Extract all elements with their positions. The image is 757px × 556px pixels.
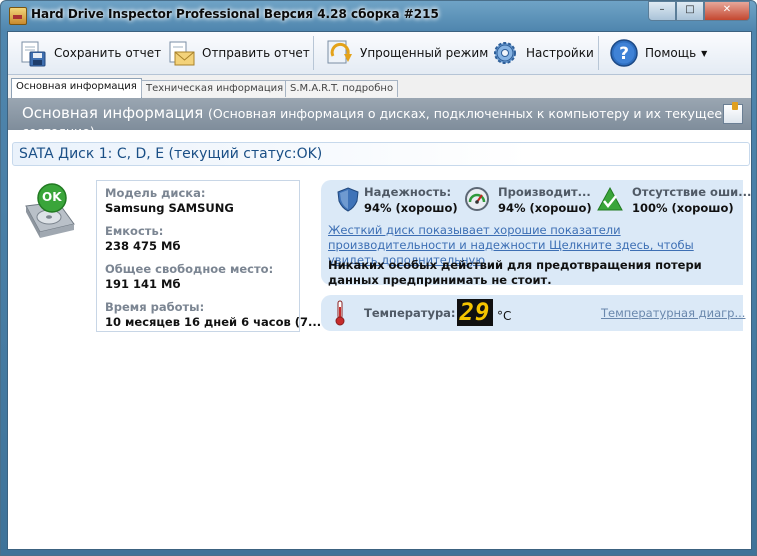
app-window: Hard Drive Inspector Professional Версия… [0, 0, 757, 556]
status-note: Никаких особых действий для предотвращен… [328, 258, 702, 287]
tab-strip: Основная информация Техническая информац… [8, 76, 751, 98]
status-panel: Надежность: 94% (хорошо) Производит... 9… [321, 180, 751, 287]
temperature-label: Температура: [364, 306, 456, 320]
free-space-value: 191 141 Мб [105, 277, 181, 291]
section-title-text: Основная информация [22, 104, 204, 122]
temperature-diagram-link[interactable]: Температурная диагр... [601, 306, 745, 320]
errors-label: Отсутствие оши... [632, 185, 752, 199]
maximize-button[interactable]: □ [676, 1, 704, 21]
status-badge: OK [42, 190, 62, 204]
section-header: Основная информация (Основная информация… [8, 98, 751, 139]
help-button[interactable]: ? Помощь ▼ [609, 36, 707, 70]
model-label: Модель диска: [105, 186, 206, 200]
simple-mode-label: Упрощенный режим [360, 46, 489, 60]
uptime-label: Время работы: [105, 300, 205, 314]
minimize-button[interactable]: – [648, 1, 676, 21]
gauge-icon [464, 186, 490, 212]
settings-button[interactable]: Настройки [490, 36, 594, 70]
send-report-button[interactable]: Отправить отчет [166, 36, 310, 70]
help-label: Помощь [645, 46, 697, 60]
uptime-value: 10 месяцев 16 дней 6 часов (7... [105, 315, 322, 329]
reliability-value: 94% (хорошо) [364, 201, 458, 215]
temperature-display: 29 [457, 299, 493, 326]
toolbar-separator [313, 36, 314, 70]
performance-value: 94% (хорошо) [498, 201, 592, 215]
model-value: Samsung SAMSUNG [105, 201, 234, 215]
capacity-value: 238 475 Мб [105, 239, 181, 253]
settings-label: Настройки [526, 46, 594, 60]
tab-main-info[interactable]: Основная информация [11, 78, 142, 98]
save-report-label: Сохранить отчет [54, 46, 162, 60]
main-content: SATA Диск 1: C, D, E (текущий статус:OK)… [8, 130, 751, 549]
errors-value: 100% (хорошо) [632, 201, 734, 215]
window-controls: – □ ✕ [648, 1, 750, 21]
envelope-send-icon [166, 38, 196, 68]
title-bar[interactable]: Hard Drive Inspector Professional Версия… [1, 1, 756, 29]
client-area: Сохранить отчет Отправить отчет Упрощенн… [7, 31, 752, 550]
chevron-down-icon: ▼ [701, 48, 708, 58]
toolbar-separator [598, 36, 599, 70]
question-icon: ? [609, 38, 639, 68]
refresh-arrow-icon [324, 38, 354, 68]
floppy-save-icon [18, 38, 48, 68]
window-title: Hard Drive Inspector Professional Версия… [31, 7, 439, 21]
hard-drive-icon: OK [22, 182, 78, 244]
close-button[interactable]: ✕ [704, 1, 750, 21]
check-triangle-icon [597, 186, 623, 212]
reliability-label: Надежность: [364, 185, 452, 199]
simple-mode-button[interactable]: Упрощенный режим [324, 36, 488, 70]
thermometer-icon [334, 300, 346, 326]
capacity-label: Емкость: [105, 224, 164, 238]
free-space-label: Общее свободное место: [105, 262, 274, 276]
temperature-unit: °C [497, 309, 512, 323]
send-report-label: Отправить отчет [202, 46, 310, 60]
save-report-button[interactable]: Сохранить отчет [18, 36, 161, 70]
temperature-panel: Температура: 29 °C Температурная диагр..… [321, 295, 745, 331]
toolbar: Сохранить отчет Отправить отчет Упрощенн… [8, 32, 751, 75]
disk-info-box: Модель диска: Samsung SAMSUNG Емкость: 2… [96, 180, 321, 332]
shield-icon [335, 186, 361, 212]
notes-icon[interactable] [723, 102, 743, 124]
svg-text:?: ? [619, 44, 629, 64]
performance-label: Производит... [498, 185, 591, 199]
gear-icon [490, 38, 520, 68]
tab-technical-info[interactable]: Техническая информация [141, 80, 289, 97]
disk-header[interactable]: SATA Диск 1: C, D, E (текущий статус:OK) [12, 142, 750, 166]
app-icon[interactable] [9, 7, 27, 25]
tab-smart-details[interactable]: S.M.A.R.T. подробно [285, 80, 399, 97]
